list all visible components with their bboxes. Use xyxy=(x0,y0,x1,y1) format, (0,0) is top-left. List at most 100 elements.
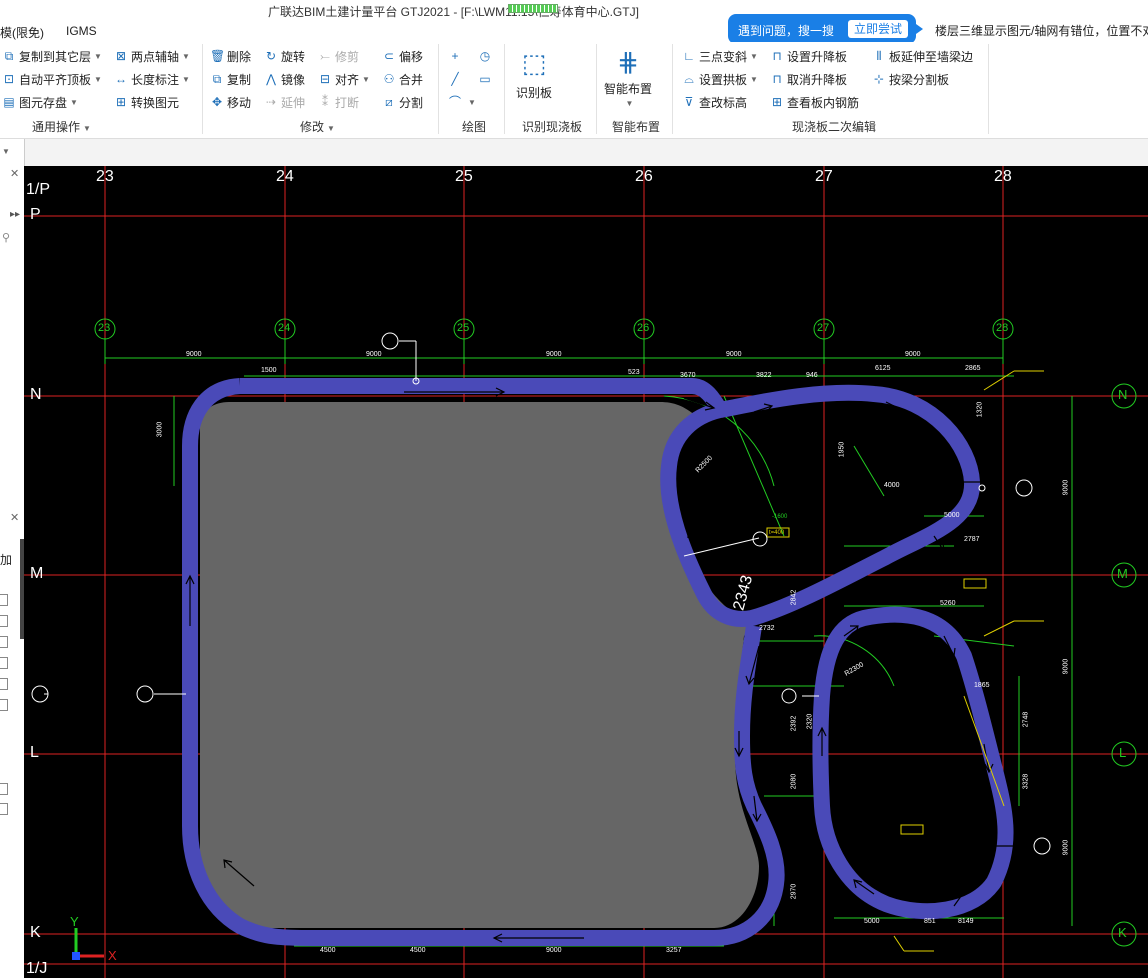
mirror-icon: ⋀ xyxy=(266,72,276,86)
checkbox[interactable] xyxy=(0,678,8,690)
split-button[interactable]: ⧄ 分割 xyxy=(382,92,423,112)
dim-text: 4500 xyxy=(320,947,336,954)
add-label[interactable]: 加 xyxy=(0,551,12,568)
close-panel-icon[interactable]: ✕ xyxy=(10,167,19,180)
copy-button[interactable]: ⧉ 复制 xyxy=(210,69,251,89)
trim-label: 修剪 xyxy=(335,49,360,64)
group-label-general[interactable]: 通用操作 ▼ xyxy=(32,118,91,135)
delete-button[interactable]: 🗑 删除 xyxy=(210,46,251,66)
set-arch-button[interactable]: ⌓ 设置拱板 ▼ xyxy=(682,69,758,89)
elevation-text: -1600 xyxy=(772,514,788,520)
draw-clock-button[interactable]: ◷ xyxy=(478,46,495,66)
edit-elevation-button[interactable]: ⊽ 查改标高 xyxy=(682,92,747,112)
dim-text: 9000 xyxy=(546,947,562,954)
checkbox[interactable] xyxy=(0,699,8,711)
search-tip-arrow xyxy=(916,24,923,34)
extend-button[interactable]: ⇢ 延伸 xyxy=(264,92,305,112)
draw-line-button[interactable]: ╱ xyxy=(448,69,465,89)
group-label-draw: 绘图 xyxy=(462,120,487,134)
group-divider xyxy=(596,44,597,134)
offset-button[interactable]: ⊂ 偏移 xyxy=(382,46,423,66)
extend-to-beam-button[interactable]: ⫴ 板延伸至墙梁边 xyxy=(872,46,973,66)
try-now-button[interactable]: 立即尝试 xyxy=(848,20,908,38)
search-icon[interactable]: ⚲ xyxy=(2,231,10,244)
dropdown-arrow-icon: ▼ xyxy=(468,97,476,107)
close-panel-icon[interactable]: ✕ xyxy=(10,511,19,524)
group-divider xyxy=(202,44,203,134)
left-panel-dropdown-icon[interactable]: ▼ xyxy=(2,147,10,156)
search-tip: 遇到问题，搜一搜 立即尝试 楼层三维显示图元/轴网有错位，位置不对 xyxy=(728,14,1148,44)
checkbox[interactable] xyxy=(0,803,8,815)
checkbox[interactable] xyxy=(0,636,8,648)
elevation-icon: ⊽ xyxy=(684,95,694,109)
dropdown-arrow-icon: ▼ xyxy=(83,124,91,133)
trim-icon: ⤚ xyxy=(320,49,330,63)
convert-element-button[interactable]: ⊞ 转换图元 xyxy=(114,92,179,112)
edit-elevation-label: 查改标高 xyxy=(699,95,748,110)
move-label: 移动 xyxy=(227,95,252,110)
window-title: 广联达BIM土建计量平台 GTJ2021 - [F:\LWM11.15\仁寿体育… xyxy=(268,5,639,19)
two-point-aux-axis-label: 两点辅轴 xyxy=(131,49,180,64)
checkbox[interactable] xyxy=(0,657,8,669)
identify-slab-button[interactable]: ⬚ 识别板 xyxy=(510,48,558,101)
dropdown-arrow-icon: ▼ xyxy=(625,99,634,108)
break-button[interactable]: ⁑ 打断 xyxy=(318,92,359,112)
cad-canvas[interactable]: 23 24 25 26 27 28 23 24 25 26 27 28 N M … xyxy=(24,166,1148,978)
mirror-label: 镜像 xyxy=(281,72,306,87)
mirror-button[interactable]: ⋀ 镜像 xyxy=(264,69,305,89)
group-label-modify[interactable]: 修改 ▼ xyxy=(300,118,335,135)
smart-layout-button[interactable]: ⋕ 智能布置 ▼ xyxy=(600,46,656,108)
axis-bubble-25: 25 xyxy=(457,322,470,334)
checkbox[interactable] xyxy=(0,783,8,795)
line-icon: ╱ xyxy=(451,72,459,86)
merge-icon: ⚇ xyxy=(383,72,395,86)
break-icon: ⁑ xyxy=(322,95,328,109)
split-by-beam-button[interactable]: ⊹ 按梁分割板 xyxy=(872,69,949,89)
auto-align-top-button[interactable]: ⊡ 自动平齐顶板 ▼ xyxy=(2,69,102,89)
axis-label-1-J: 1/J xyxy=(26,960,48,977)
copy-label: 复制 xyxy=(227,72,252,87)
search-tip-message[interactable]: 楼层三维显示图元/轴网有错位，位置不对 xyxy=(935,22,1148,39)
extend-icon: ⇢ xyxy=(265,95,277,109)
checkbox[interactable] xyxy=(0,615,8,627)
save-element-button[interactable]: ▤ 图元存盘 ▼ xyxy=(2,92,78,112)
checkbox[interactable] xyxy=(0,594,8,606)
axis-indicator xyxy=(72,928,104,960)
menu-item-mode[interactable]: 模(限免) xyxy=(0,24,44,41)
three-point-slope-button[interactable]: ∟ 三点变斜 ▼ xyxy=(682,46,758,66)
menu-item-igms[interactable]: IGMS xyxy=(66,24,97,38)
draw-rect-button[interactable]: ▭ xyxy=(478,69,495,89)
move-button[interactable]: ✥ 移动 xyxy=(210,92,251,112)
dimension-icon: ↔ xyxy=(115,72,127,86)
align-button[interactable]: ⊟ 对齐 ▼ xyxy=(318,69,370,89)
identify-slab-icon: ⬚ xyxy=(521,48,547,78)
rotate-button[interactable]: ↻ 旋转 xyxy=(264,46,305,66)
expand-icon[interactable]: ▸▸ xyxy=(10,209,20,220)
axis-label-24: 24 xyxy=(276,168,294,185)
dim-text: 523 xyxy=(628,369,640,376)
split-icon: ⧄ xyxy=(385,95,393,109)
dim-text: 8149 xyxy=(958,918,974,925)
copy-to-other-floor-button[interactable]: ⧉ 复制到其它层 ▼ xyxy=(2,46,102,66)
two-point-aux-axis-button[interactable]: ⊠ 两点辅轴 ▼ xyxy=(114,46,190,66)
merge-button[interactable]: ⚇ 合并 xyxy=(382,69,423,89)
save-element-icon: ▤ xyxy=(3,95,15,109)
save-element-label: 图元存盘 xyxy=(19,95,68,110)
smart-layout-label: 智能布置 xyxy=(603,82,652,96)
convert-element-label: 转换图元 xyxy=(131,95,180,110)
dim-text: 2842 xyxy=(790,589,798,606)
split-beam-icon: ⊹ xyxy=(873,72,885,86)
dropdown-arrow-icon: ▼ xyxy=(327,124,335,133)
length-dimension-button[interactable]: ↔ 长度标注 ▼ xyxy=(114,69,190,89)
view-rebar-button[interactable]: ⊞ 查看板内钢筋 xyxy=(770,92,859,112)
axis-indicator-y: Y xyxy=(70,914,79,929)
draw-point-button[interactable]: + xyxy=(448,46,465,66)
dim-text: 9000 xyxy=(186,351,202,358)
trim-button[interactable]: ⤚ 修剪 xyxy=(318,46,359,66)
cancel-raise-lower-button[interactable]: ⊓ 取消升降板 xyxy=(770,69,847,89)
draw-arc-button[interactable]: ⌒ ▼ xyxy=(448,92,476,112)
beam-inner-oval[interactable] xyxy=(812,606,1014,920)
drawing-svg[interactable] xyxy=(24,166,1148,978)
dropdown-arrow-icon: ▼ xyxy=(362,74,370,84)
set-raise-lower-button[interactable]: ⊓ 设置升降板 xyxy=(770,46,847,66)
